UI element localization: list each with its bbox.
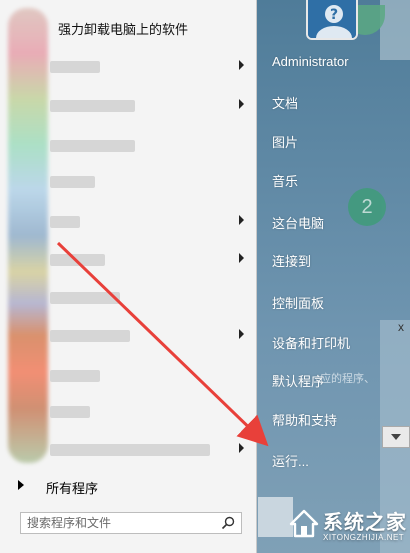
chevron-right-icon (239, 215, 244, 225)
program-item[interactable] (10, 322, 250, 348)
blurred-label (50, 292, 120, 304)
watermark-brand: 系统之家 (323, 512, 407, 534)
blurred-label (50, 330, 130, 342)
link-music[interactable]: 音乐 (272, 171, 298, 190)
chevron-down-icon (391, 434, 401, 440)
program-item[interactable] (10, 168, 250, 194)
program-label: 强力卸载电脑上的软件 (58, 22, 189, 37)
program-list: 强力卸载电脑上的软件 (0, 0, 257, 465)
chevron-right-icon (239, 99, 244, 109)
program-item[interactable] (10, 53, 250, 79)
chevron-right-icon (239, 329, 244, 339)
link-administrator[interactable]: Administrator (272, 54, 349, 69)
background-dropdown[interactable] (382, 426, 410, 448)
link-devices-printers[interactable]: 设备和打印机 (272, 333, 350, 352)
blurred-label (50, 100, 135, 112)
background-close-button[interactable]: x (392, 320, 410, 336)
program-item-uninstaller[interactable]: 强力卸载电脑上的软件 (10, 14, 250, 40)
all-programs-button[interactable]: 所有程序 (10, 474, 250, 498)
blurred-label (50, 176, 95, 188)
start-menu: 强力卸载电脑上的软件 所有程序 搜索程序和文件 (0, 0, 257, 553)
program-item[interactable] (10, 132, 250, 158)
link-documents[interactable]: 文档 (272, 93, 298, 112)
program-item[interactable] (10, 246, 250, 272)
search-box[interactable] (20, 512, 242, 534)
chevron-right-icon (239, 443, 244, 453)
link-connect-to[interactable]: 连接到 (272, 251, 311, 270)
blurred-label (50, 61, 100, 73)
link-control-panel[interactable]: 控制面板 (272, 293, 324, 312)
watermark-url: XITONGZHIJIA.NET (323, 533, 405, 542)
link-pictures[interactable]: 图片 (272, 132, 298, 151)
program-item[interactable] (10, 398, 250, 424)
user-avatar[interactable]: ? (306, 0, 358, 40)
blurred-label (50, 254, 105, 266)
house-logo-icon (289, 509, 319, 538)
link-run[interactable]: 运行... (272, 451, 309, 470)
blurred-label (50, 370, 100, 382)
program-item[interactable] (10, 436, 250, 462)
program-item[interactable] (10, 92, 250, 118)
program-item[interactable] (10, 284, 250, 310)
link-help-support[interactable]: 帮助和支持 (272, 410, 337, 429)
program-item[interactable] (10, 208, 250, 234)
chevron-right-icon (239, 60, 244, 70)
svg-text:?: ? (330, 7, 338, 23)
blurred-label (50, 216, 80, 228)
start-menu-right-pane: ? Administrator 文档 图片 音乐 这台电脑 连接到 控制面板 设… (258, 0, 380, 553)
search-icon[interactable] (221, 516, 235, 530)
search-input[interactable] (21, 513, 217, 533)
blurred-label (50, 444, 210, 456)
user-icon: ? (308, 0, 356, 38)
program-item[interactable] (10, 362, 250, 388)
triangle-right-icon (18, 480, 24, 490)
link-this-pc[interactable]: 这台电脑 (272, 213, 324, 232)
link-default-programs[interactable]: 默认程序 (272, 371, 324, 390)
watermark: 系统之家 XITONGZHIJIA.NET (285, 496, 410, 553)
chevron-right-icon (239, 253, 244, 263)
all-programs-label: 所有程序 (46, 481, 99, 496)
blurred-label (50, 140, 135, 152)
blurred-label (50, 406, 90, 418)
